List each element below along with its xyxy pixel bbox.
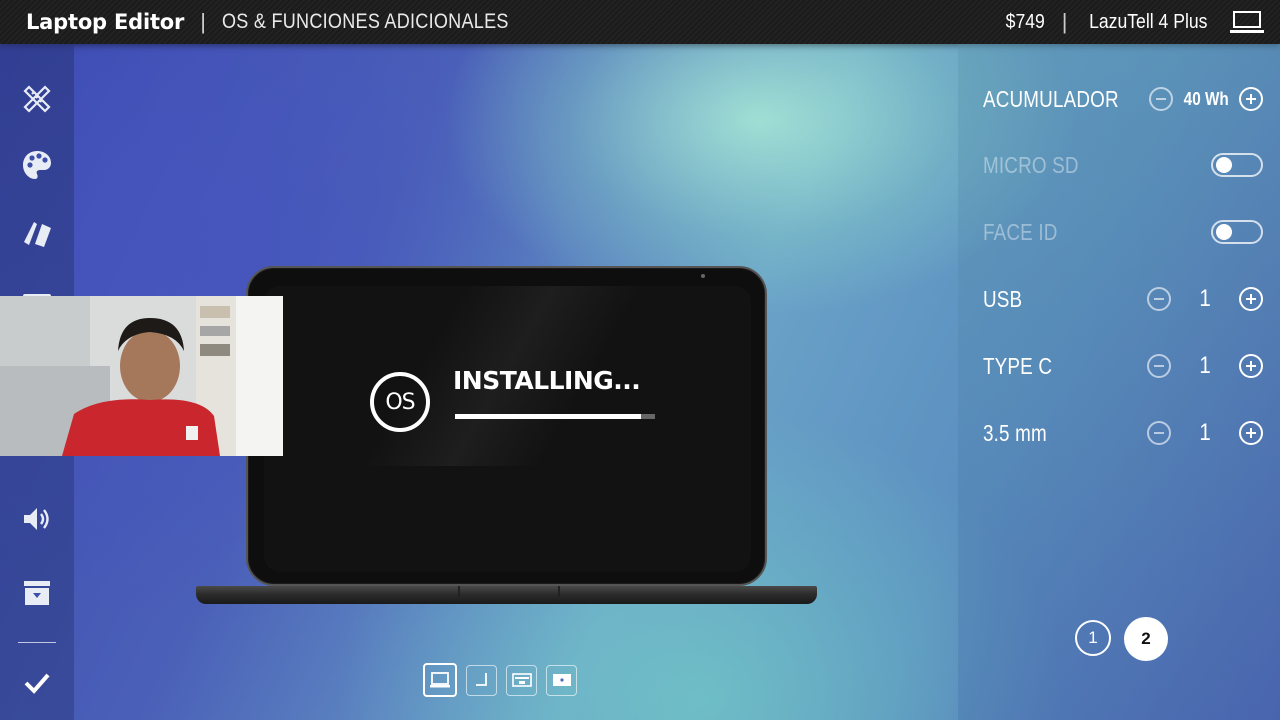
front-view-icon[interactable] xyxy=(423,663,457,697)
option-usb: USB 1 xyxy=(983,282,1263,316)
view-switcher xyxy=(423,663,577,697)
increase-button[interactable] xyxy=(1239,421,1263,445)
page-1-button[interactable]: 1 xyxy=(1075,620,1111,656)
usb-stepper: 1 xyxy=(1147,285,1263,313)
battery-value: 40 Wh xyxy=(1183,88,1229,109)
decrease-button[interactable] xyxy=(1147,287,1171,311)
title-group: Laptop Editor | OS & FUNCIONES ADICIONAL… xyxy=(26,9,555,35)
install-status: INSTALLING... xyxy=(453,366,641,395)
material-cards-icon[interactable] xyxy=(19,215,55,251)
option-acumulador: ACUMULADOR 40 Wh xyxy=(983,82,1263,116)
install-progress-fill xyxy=(455,414,641,419)
option-label: FACE ID xyxy=(983,218,1058,245)
summary-separator: | xyxy=(1061,9,1068,34)
decrease-button[interactable] xyxy=(1147,421,1171,445)
increase-button[interactable] xyxy=(1239,87,1263,111)
increase-button[interactable] xyxy=(1239,287,1263,311)
decrease-button[interactable] xyxy=(1148,87,1173,111)
price-label: $749 xyxy=(1005,10,1046,33)
micro-sd-toggle[interactable] xyxy=(1211,153,1263,177)
option-label: TYPE C xyxy=(983,352,1053,379)
top-bar: Laptop Editor | OS & FUNCIONES ADICIONAL… xyxy=(0,0,1280,44)
option-face-id: FACE ID xyxy=(983,215,1263,249)
laptop-lid: OS INSTALLING... xyxy=(246,266,767,586)
jack-stepper: 1 xyxy=(1147,419,1263,447)
install-progress-bar xyxy=(455,414,655,419)
battery-stepper: 40 Wh xyxy=(1148,87,1263,111)
title-separator: | xyxy=(200,9,206,34)
side-view-icon[interactable] xyxy=(466,664,497,696)
usb-value: 1 xyxy=(1199,285,1211,312)
page-2-button[interactable]: 2 xyxy=(1124,617,1168,661)
option-jack: 3.5 mm 1 xyxy=(983,416,1263,450)
option-label: MICRO SD xyxy=(983,151,1079,178)
summary-group: $749 | LazuTell 4 Plus xyxy=(1003,9,1264,35)
option-label: ACUMULADOR xyxy=(983,85,1119,112)
type-c-value: 1 xyxy=(1199,352,1211,379)
palette-icon[interactable] xyxy=(19,147,55,183)
ruler-pencil-icon[interactable] xyxy=(19,81,55,117)
type-c-stepper: 1 xyxy=(1147,352,1263,380)
option-micro-sd: MICRO SD xyxy=(983,148,1263,182)
webcam-dot xyxy=(701,274,705,278)
os-logo-icon: OS xyxy=(370,372,430,432)
section-title: OS & FUNCIONES ADICIONALES xyxy=(221,10,509,33)
checkmark-icon[interactable] xyxy=(19,665,55,701)
option-type-c: TYPE C 1 xyxy=(983,349,1263,383)
app-title: Laptop Editor xyxy=(26,10,185,34)
streamer-webcam-overlay xyxy=(0,296,283,456)
speaker-icon[interactable] xyxy=(19,501,55,537)
increase-button[interactable] xyxy=(1239,354,1263,378)
back-view-icon[interactable] xyxy=(546,664,577,696)
face-id-toggle[interactable] xyxy=(1211,220,1263,244)
jack-value: 1 xyxy=(1199,419,1211,446)
archive-box-icon[interactable] xyxy=(19,575,55,611)
keyboard-view-icon[interactable] xyxy=(506,664,537,696)
sidebar-divider xyxy=(18,642,56,643)
laptop-icon xyxy=(1230,11,1264,33)
options-panel: ACUMULADOR 40 Wh MICRO SD FACE ID USB 1 … xyxy=(958,44,1280,720)
model-name: LazuTell 4 Plus xyxy=(1089,10,1208,33)
laptop-screen: OS INSTALLING... xyxy=(264,286,751,572)
decrease-button[interactable] xyxy=(1147,354,1171,378)
option-label: USB xyxy=(983,285,1023,312)
option-label: 3.5 mm xyxy=(983,419,1047,446)
laptop-base xyxy=(196,586,817,604)
